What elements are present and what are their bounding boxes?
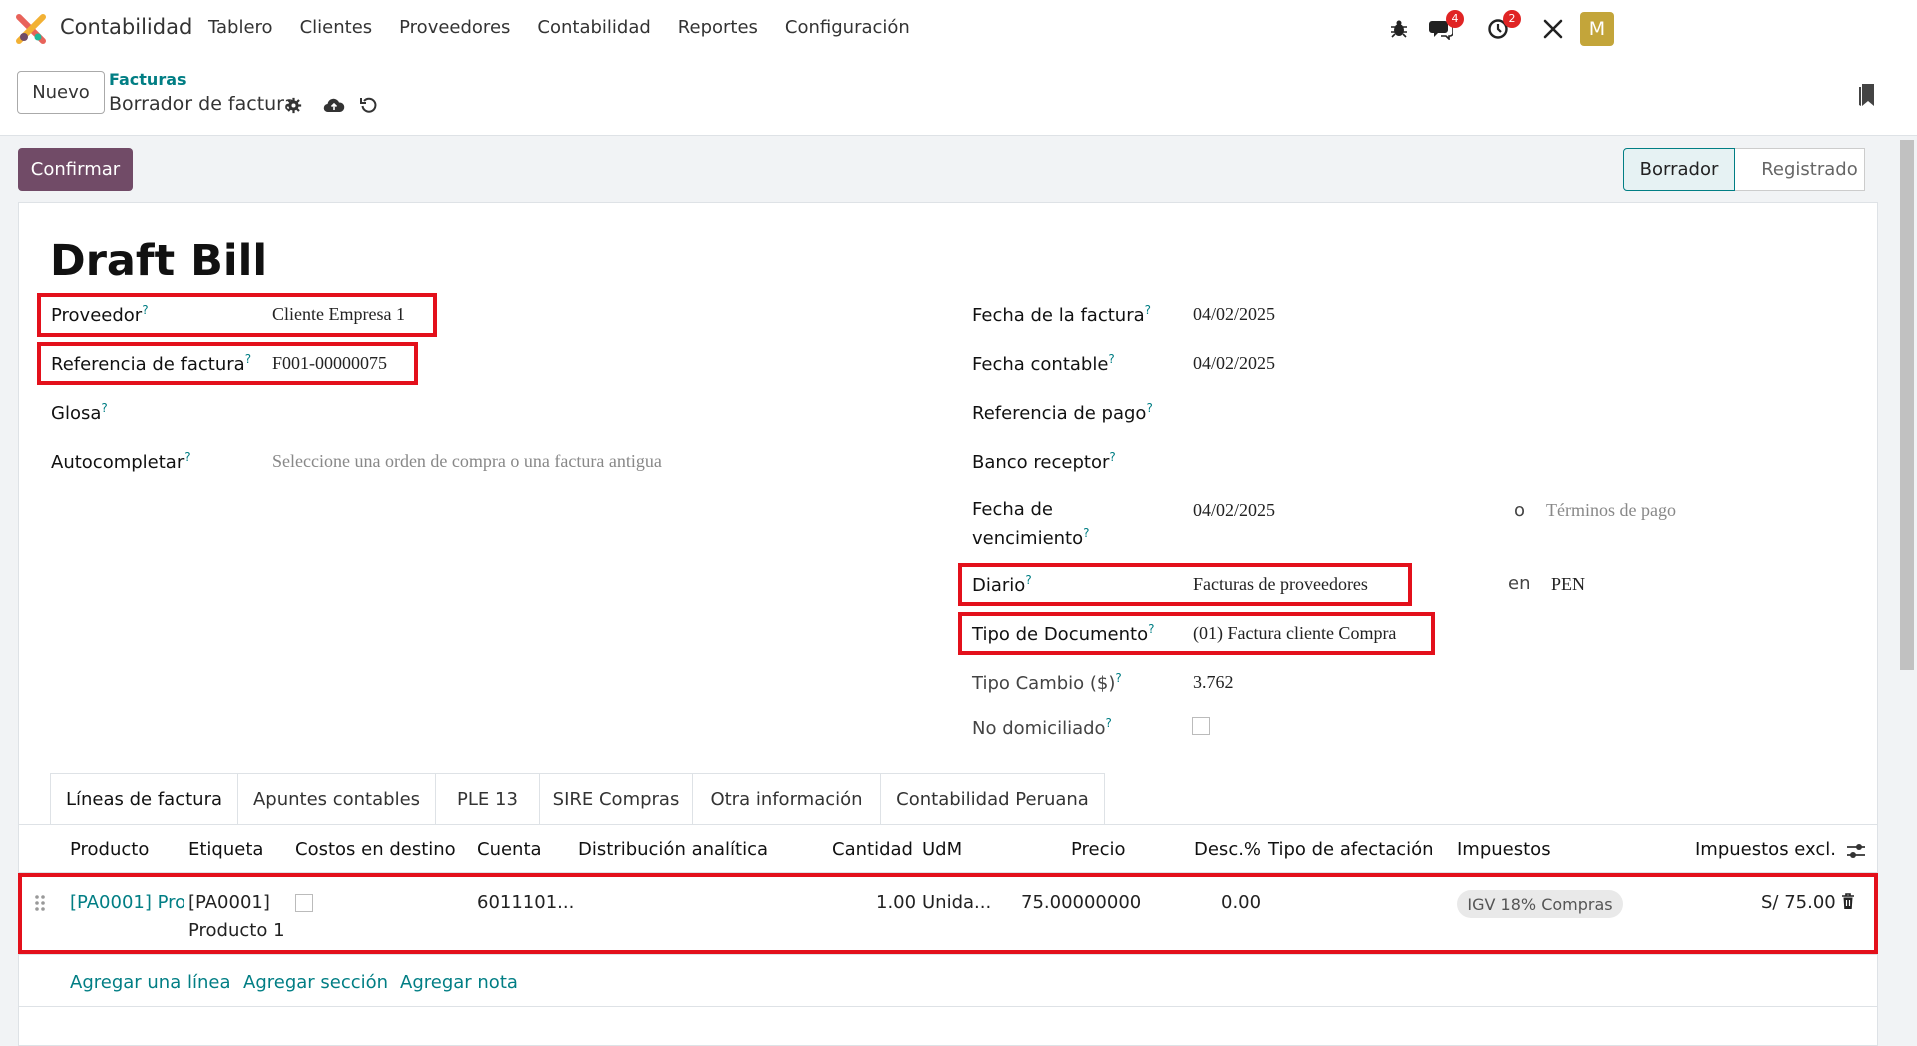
highlight-diario [958, 563, 1412, 606]
new-button[interactable]: Nuevo [17, 71, 105, 114]
notebook-tabs: Líneas de factura Apuntes contables PLE … [50, 773, 1105, 825]
vencimiento-label-line1: Fecha de [972, 499, 1053, 520]
col-precio[interactable]: Precio [1071, 839, 1126, 860]
tab-apuntes-contables[interactable]: Apuntes contables [238, 773, 436, 825]
col-udm[interactable]: UdM [922, 839, 962, 860]
col-producto[interactable]: Producto [70, 839, 149, 860]
breadcrumb-current: Borrador de factura [109, 93, 296, 115]
menu-item-configuracion[interactable]: Configuración [785, 17, 910, 38]
col-descuento[interactable]: Desc.% [1194, 839, 1261, 860]
fecha-factura-label: Fecha de la factura? [972, 303, 1152, 326]
gear-icon[interactable] [282, 94, 304, 116]
status-bar: Borrador Registrado [1623, 148, 1865, 191]
tipo-cambio-field[interactable]: 3.762 [1193, 672, 1234, 693]
currency-field[interactable]: PEN [1551, 574, 1585, 595]
tab-ple-13[interactable]: PLE 13 [436, 773, 540, 825]
debug-bug-icon[interactable] [1384, 14, 1414, 44]
autocompletar-label: Autocompletar? [51, 450, 191, 473]
cloud-upload-icon[interactable] [323, 94, 345, 116]
col-etiqueta[interactable]: Etiqueta [188, 839, 263, 860]
referencia-pago-label: Referencia de pago? [972, 401, 1153, 424]
optional-columns-icon[interactable] [1846, 842, 1866, 860]
status-draft[interactable]: Borrador [1623, 148, 1735, 191]
banco-receptor-label: Banco receptor? [972, 450, 1116, 473]
autocompletar-field[interactable]: Seleccione una orden de compra o una fac… [272, 451, 662, 472]
col-costos-destino[interactable]: Costos en destino [295, 839, 456, 860]
menu-item-clientes[interactable]: Clientes [300, 17, 373, 38]
fecha-contable-field[interactable]: 04/02/2025 [1193, 353, 1275, 374]
bookmark-icon[interactable] [1858, 82, 1876, 108]
activities-clock-icon[interactable]: 2 [1483, 10, 1521, 44]
tab-sire-compras[interactable]: SIRE Compras [540, 773, 693, 825]
tools-icon[interactable] [1538, 14, 1568, 44]
tab-otra-informacion[interactable]: Otra información [693, 773, 881, 825]
menu-item-proveedores[interactable]: Proveedores [399, 17, 510, 38]
en-label: en [1508, 573, 1531, 594]
top-navbar: Contabilidad Tablero Clientes Proveedore… [0, 0, 1917, 56]
col-distribucion-analitica[interactable]: Distribución analítica [578, 839, 768, 860]
vencimiento-label-line2: vencimiento? [972, 526, 1090, 549]
vencimiento-field[interactable]: 04/02/2025 [1193, 500, 1275, 521]
highlight-tipo-documento [958, 612, 1435, 655]
confirm-button[interactable]: Confirmar [18, 148, 133, 191]
discard-undo-icon[interactable] [358, 94, 380, 116]
activities-badge: 2 [1503, 10, 1521, 28]
col-cantidad[interactable]: Cantidad [832, 839, 913, 860]
user-avatar[interactable]: M [1580, 12, 1614, 46]
menu-item-tablero[interactable]: Tablero [208, 17, 273, 38]
col-impuestos[interactable]: Impuestos [1457, 839, 1551, 860]
messages-badge: 4 [1446, 10, 1464, 28]
control-panel: Nuevo Facturas Borrador de factura [0, 56, 1917, 136]
messages-icon[interactable]: 4 [1426, 10, 1464, 44]
highlight-invoice-line [18, 873, 1878, 954]
breadcrumb-parent[interactable]: Facturas [109, 70, 187, 89]
add-section-link[interactable]: Agregar sección [243, 972, 388, 993]
no-domiciliado-checkbox[interactable] [1192, 717, 1210, 735]
table-footer-divider [18, 1006, 1878, 1007]
terminos-pago-field[interactable]: Términos de pago [1546, 500, 1676, 521]
highlight-referencia [37, 342, 418, 385]
col-impuestos-excl[interactable]: Impuestos excl. [1695, 839, 1836, 860]
tipo-cambio-label: Tipo Cambio ($)? [972, 671, 1122, 694]
app-name[interactable]: Contabilidad [60, 15, 192, 39]
add-line-link[interactable]: Agregar una línea [70, 972, 230, 993]
tab-lineas-factura[interactable]: Líneas de factura [50, 773, 238, 825]
fecha-contable-label: Fecha contable? [972, 352, 1115, 375]
row-divider [18, 954, 1878, 955]
page-title: Draft Bill [50, 236, 268, 286]
fecha-factura-field[interactable]: 04/02/2025 [1193, 304, 1275, 325]
col-cuenta[interactable]: Cuenta [477, 839, 542, 860]
tabs-divider [18, 824, 1878, 825]
tab-contabilidad-peruana[interactable]: Contabilidad Peruana [881, 773, 1105, 825]
menu-item-contabilidad[interactable]: Contabilidad [537, 17, 650, 38]
menu-item-reportes[interactable]: Reportes [678, 17, 758, 38]
add-note-link[interactable]: Agregar nota [400, 972, 518, 993]
no-domiciliado-label: No domiciliado? [972, 716, 1112, 739]
o-label: o [1514, 500, 1526, 521]
page-scrollbar[interactable] [1900, 140, 1914, 670]
main-menu: Tablero Clientes Proveedores Contabilida… [208, 17, 937, 38]
highlight-proveedor [37, 293, 437, 337]
status-posted[interactable]: Registrado [1735, 148, 1865, 191]
col-tipo-afectacion[interactable]: Tipo de afectación [1268, 839, 1434, 860]
glosa-label: Glosa? [51, 401, 108, 424]
accounting-app-logo-icon[interactable] [16, 14, 46, 44]
